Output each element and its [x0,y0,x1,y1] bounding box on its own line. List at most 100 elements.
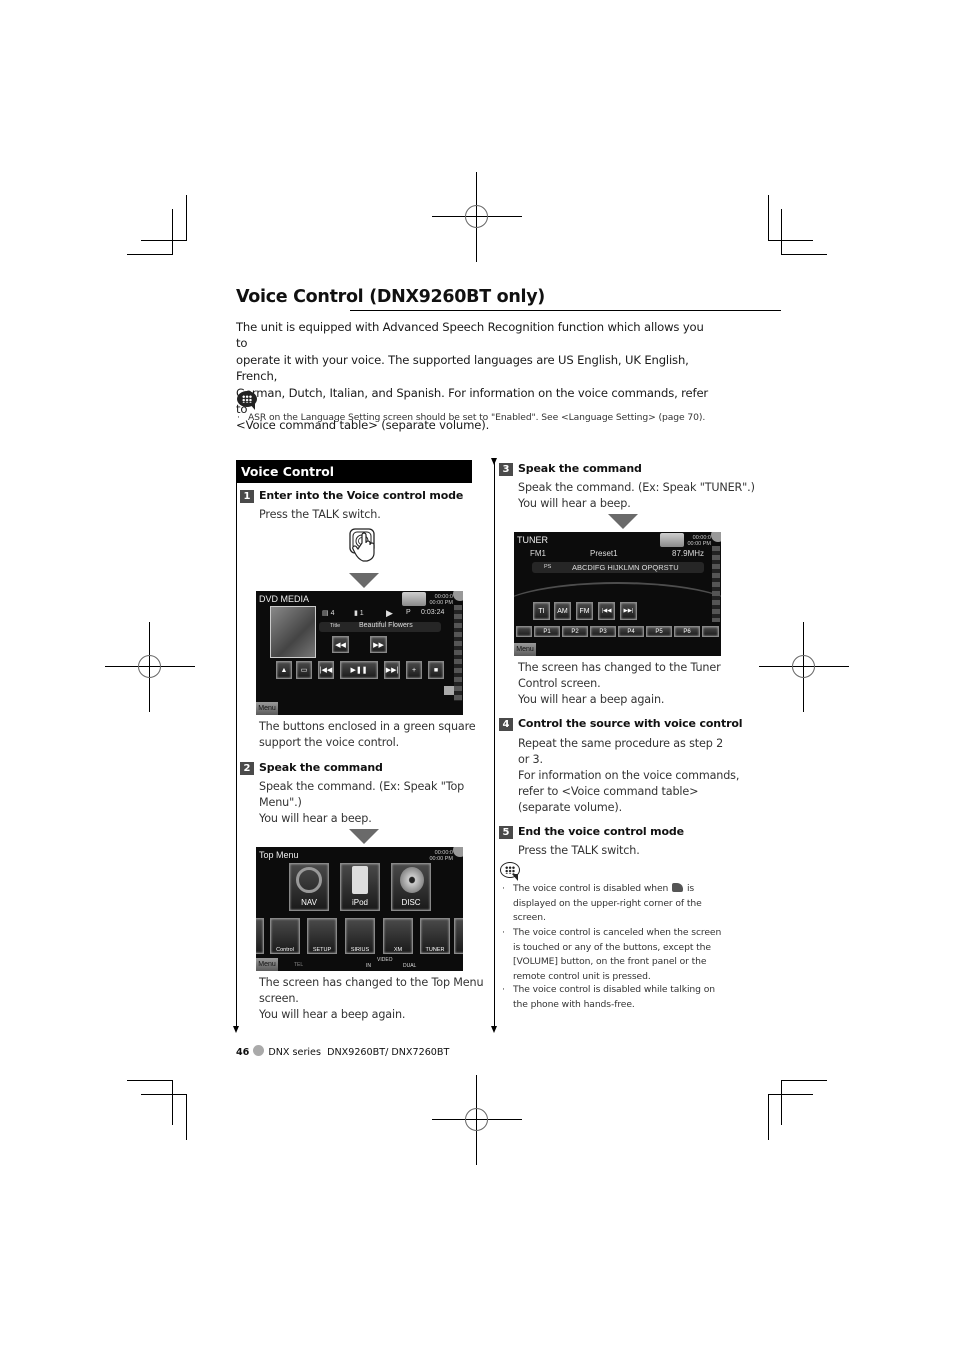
preset-scroll-right[interactable] [702,626,719,637]
title-label: Title [330,623,341,629]
preset-p5-button[interactable]: P5 [646,626,672,637]
menu-button[interactable]: Menu [256,702,278,715]
preset-p4-button[interactable]: P4 [618,626,644,637]
note-text: is [686,883,695,894]
footer-series: DNX series [268,1047,321,1058]
step-line: For information on the voice commands, [518,769,740,782]
disc-icon [400,867,424,893]
step-number: 3 [499,463,513,476]
clock: 00:00:0 00:00 PM [429,594,453,606]
setup-button[interactable]: SETUP [307,918,337,954]
voice-status-icon [711,532,721,542]
step-line: Menu".) [259,796,302,809]
side-scrollbar[interactable] [454,605,462,701]
intro-line: The unit is equipped with Advanced Speec… [236,320,704,351]
tel-label: TEL [294,962,304,968]
footer-dot-icon [253,1045,265,1056]
preset-p6-button[interactable]: P6 [674,626,700,637]
rewind-button[interactable]: ◀◀ [332,636,349,653]
flow-arrow-right [491,1026,497,1033]
screen-title: TUNER [517,535,548,545]
folder-number: ▤ 4 [322,610,335,617]
step-line: screen. [259,992,299,1005]
preset-p3-button[interactable]: P3 [590,626,616,637]
preset-label: Preset1 [590,549,618,558]
stop-button[interactable]: ■ [428,661,444,679]
sirius-button[interactable]: SIRIUS [345,918,375,954]
step-text: Speak the command. (Ex: Speak "TUNER".) … [518,480,755,512]
step-line: Control screen. [518,677,601,690]
footer-models: DNX9260BT/ DNX7260BT [327,1047,450,1058]
add-button[interactable]: + [406,661,422,679]
step-number: 4 [499,718,513,731]
play-time: 0:03:24 [421,609,445,616]
note-icon [500,862,522,882]
down-arrow-icon [349,573,379,588]
preset-p1-button[interactable]: P1 [534,626,560,637]
note-text: displayed on the upper-right corner of t… [513,897,702,909]
side-scrollbar[interactable] [712,546,720,622]
seek-back-button[interactable]: |◀◀ [598,602,615,620]
scroll-left-button[interactable] [256,918,264,954]
step-line: You will hear a beep again. [518,693,665,706]
seek-forward-button[interactable]: ▶▶| [620,602,637,620]
step-result-text: The screen has changed to the Top Menu s… [259,975,484,1023]
ipod-icon [352,866,368,894]
note-item: · The voice control is disabled when is … [502,882,728,926]
note-icon [237,391,259,411]
play-pause-button[interactable]: ▶❚❚ [340,661,378,679]
bullet: · [502,984,505,995]
clock: 00:00:0 00:00 PM [687,535,711,547]
page-title: Voice Control (DNX9260BT only) [236,287,545,307]
note-text: the phone with hands-free. [513,998,635,1010]
tuner-button[interactable]: TUNER [420,918,450,954]
menu-button[interactable]: Menu [256,958,278,971]
step-line: The screen has changed to the Tuner [518,661,721,674]
registration-mark-right [759,622,849,712]
previous-track-button[interactable]: |◀◀ [318,661,334,679]
back-button[interactable] [402,592,426,606]
play-status-icon: ▶ [386,608,393,618]
flow-line-right [494,460,495,1028]
down-arrow-icon [349,829,379,844]
note-text: is touched or any of the buttons, except… [513,941,711,953]
menu-button[interactable]: Menu [514,643,536,656]
album-art [270,606,316,658]
fm-button[interactable]: FM [576,602,593,620]
am-button[interactable]: AM [554,602,571,620]
fast-forward-button[interactable]: ▶▶ [370,636,387,653]
clock: 00:00:0 00:00 PM [429,850,453,862]
down-arrow-icon [608,514,638,529]
step-text: Speak the command. (Ex: Speak "Top Menu"… [259,779,464,827]
page-number: 46 [236,1047,250,1058]
scroll-right-button[interactable] [454,918,463,954]
preset-p2-button[interactable]: P2 [562,626,588,637]
note-item: · The voice control is disabled while ta… [502,983,728,1012]
xm-button[interactable]: XM [383,918,413,954]
band-label: FM1 [530,549,546,558]
control-button[interactable]: Control [270,918,300,954]
voice-status-icon [453,847,463,857]
play-mode: P [406,609,411,616]
dvd-media-screen: DVD MEDIA 00:00:0 00:00 PM ▤ 4 ▮ 1 ▶ P 0:… [256,591,463,715]
top-menu-screen: Top Menu 00:00:0 00:00 PM NAV iPod DISC C… [256,847,463,971]
step-title: Enter into the Voice control mode [259,489,464,502]
voice-status-icon [453,591,463,601]
step-line: You will hear a beep. [259,812,372,825]
folder-button[interactable]: ▭ [296,661,312,679]
page-title-sub: (DNX9260BT only) [369,287,546,307]
preset-scroll-left[interactable] [516,626,532,637]
step-result-text: The buttons enclosed in a green square s… [259,719,476,751]
step-line: The buttons enclosed in a green square [259,720,476,733]
note-text: The voice control is canceled when the s… [513,927,722,938]
step-line: You will hear a beep again. [259,1008,406,1021]
screen-title: DVD MEDIA [259,594,310,604]
next-track-button[interactable]: ▶▶| [384,661,400,679]
ti-button[interactable]: TI [533,602,550,620]
eject-button[interactable]: ▲ [276,661,292,679]
step-line: Speak the command. (Ex: Speak "Top [259,780,465,793]
back-button[interactable] [660,533,684,547]
tuner-screen: TUNER 00:00:0 00:00 PM FM1 Preset1 87.9MH… [514,532,721,656]
note-text: screen. [513,912,546,923]
step-number: 1 [240,490,254,503]
